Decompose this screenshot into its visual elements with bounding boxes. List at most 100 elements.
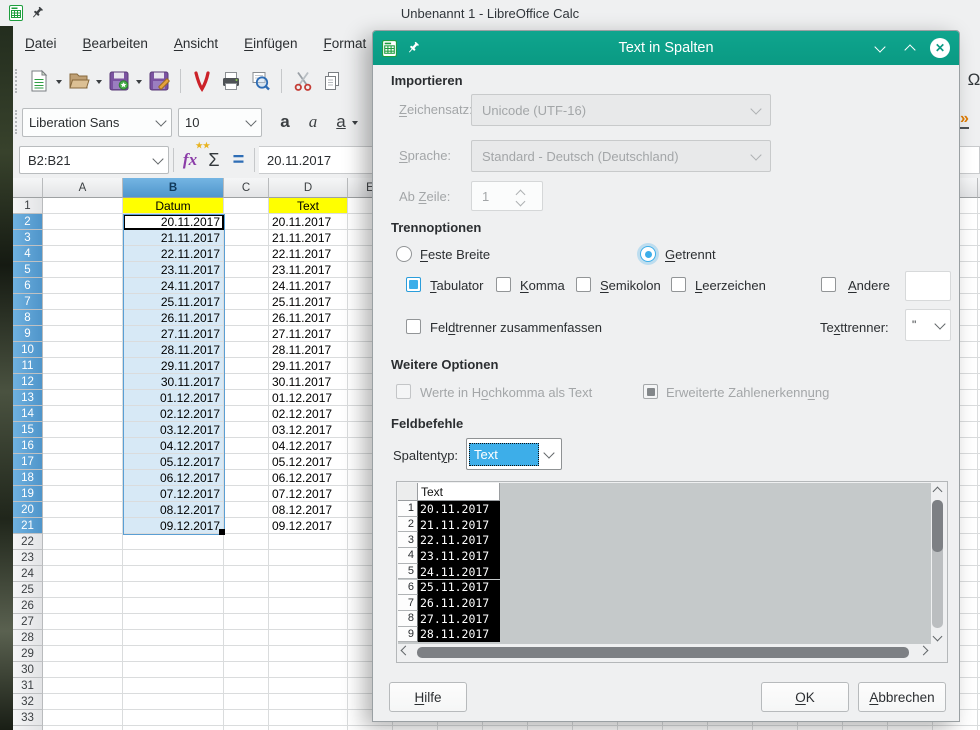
- row-header-15[interactable]: 15: [13, 422, 43, 438]
- cell[interactable]: [663, 726, 708, 730]
- row-header-13[interactable]: 13: [13, 390, 43, 406]
- pin-icon[interactable]: [30, 6, 44, 20]
- cell-D26[interactable]: [269, 598, 348, 614]
- scroll-left-icon[interactable]: [399, 646, 411, 658]
- new-document-dropdown-icon[interactable]: [56, 80, 62, 87]
- cell-D24[interactable]: [269, 566, 348, 582]
- row-header-34[interactable]: [13, 726, 43, 730]
- cell-C9[interactable]: [224, 326, 269, 342]
- row-header-10[interactable]: 10: [13, 342, 43, 358]
- cell[interactable]: [438, 726, 483, 730]
- row-header-24[interactable]: 24: [13, 566, 43, 582]
- cell[interactable]: [708, 726, 753, 730]
- col-header-D[interactable]: D: [269, 178, 348, 198]
- indent-icon[interactable]: »: [960, 110, 969, 128]
- cell-B8[interactable]: 26.11.2017: [123, 310, 224, 326]
- cell[interactable]: [393, 726, 438, 730]
- cell[interactable]: [753, 726, 798, 730]
- cell-C15[interactable]: [224, 422, 269, 438]
- cell[interactable]: [618, 726, 663, 730]
- separated-radio[interactable]: [640, 246, 656, 262]
- preview-cell[interactable]: 23.11.2017: [418, 548, 500, 564]
- cell-C13[interactable]: [224, 390, 269, 406]
- cell-A18[interactable]: [43, 470, 123, 486]
- row-header-29[interactable]: 29: [13, 646, 43, 662]
- cell-C2[interactable]: [224, 214, 269, 230]
- fixed-width-radio[interactable]: [396, 246, 412, 262]
- cell-B7[interactable]: 25.11.2017: [123, 294, 224, 310]
- cell-C3[interactable]: [224, 230, 269, 246]
- cell-D12[interactable]: 30.11.2017: [269, 374, 348, 390]
- cell-D11[interactable]: 29.11.2017: [269, 358, 348, 374]
- cell-B25[interactable]: [123, 582, 224, 598]
- cell-D2[interactable]: 20.11.2017: [269, 214, 348, 230]
- cell-A26[interactable]: [43, 598, 123, 614]
- cell-D17[interactable]: 05.12.2017: [269, 454, 348, 470]
- name-box[interactable]: B2:B21: [19, 146, 169, 174]
- cell-B12[interactable]: 30.11.2017: [123, 374, 224, 390]
- other-label[interactable]: Andere: [848, 278, 890, 293]
- cell-B34[interactable]: [123, 726, 224, 730]
- cell[interactable]: [573, 726, 618, 730]
- cell[interactable]: [933, 726, 978, 730]
- sum-icon[interactable]: Σ: [202, 148, 226, 172]
- cell-B5[interactable]: 23.11.2017: [123, 262, 224, 278]
- save-as-icon[interactable]: [147, 69, 171, 93]
- row-header-18[interactable]: 18: [13, 470, 43, 486]
- cell-A10[interactable]: [43, 342, 123, 358]
- cell-D25[interactable]: [269, 582, 348, 598]
- export-pdf-icon[interactable]: [190, 69, 214, 93]
- row-header-7[interactable]: 7: [13, 294, 43, 310]
- toolbar-drag-handle[interactable]: [15, 110, 17, 134]
- row-header-14[interactable]: 14: [13, 406, 43, 422]
- cell-C4[interactable]: [224, 246, 269, 262]
- cell-D6[interactable]: 24.11.2017: [269, 278, 348, 294]
- print-icon[interactable]: [219, 69, 243, 93]
- merge-delimiters-label[interactable]: Feldtrenner zusammenfassen: [430, 320, 602, 335]
- selection-fill-handle[interactable]: [219, 529, 225, 535]
- row-header-17[interactable]: 17: [13, 454, 43, 470]
- cell-A27[interactable]: [43, 614, 123, 630]
- close-icon[interactable]: ✕: [929, 37, 951, 59]
- preview-column-header[interactable]: Text: [418, 483, 500, 501]
- cell-A20[interactable]: [43, 502, 123, 518]
- cell-B11[interactable]: 29.11.2017: [123, 358, 224, 374]
- cell-B1[interactable]: Datum: [123, 198, 224, 214]
- cell-C17[interactable]: [224, 454, 269, 470]
- equals-icon[interactable]: =: [226, 148, 250, 172]
- cell-B30[interactable]: [123, 662, 224, 678]
- function-wizard-icon[interactable]: fx★★: [178, 148, 202, 172]
- row-header-16[interactable]: 16: [13, 438, 43, 454]
- cell-C11[interactable]: [224, 358, 269, 374]
- cell-A7[interactable]: [43, 294, 123, 310]
- cell-C23[interactable]: [224, 550, 269, 566]
- row-header-8[interactable]: 8: [13, 310, 43, 326]
- cell-A3[interactable]: [43, 230, 123, 246]
- cell-B28[interactable]: [123, 630, 224, 646]
- fixed-width-label[interactable]: Feste Breite: [420, 247, 490, 262]
- cell-A2[interactable]: [43, 214, 123, 230]
- row-header-27[interactable]: 27: [13, 614, 43, 630]
- row-header-20[interactable]: 20: [13, 502, 43, 518]
- row-header-21[interactable]: 21: [13, 518, 43, 534]
- cell-C16[interactable]: [224, 438, 269, 454]
- cell-D15[interactable]: 03.12.2017: [269, 422, 348, 438]
- cell-D14[interactable]: 02.12.2017: [269, 406, 348, 422]
- cell-B29[interactable]: [123, 646, 224, 662]
- cell-D9[interactable]: 27.11.2017: [269, 326, 348, 342]
- preview-table[interactable]: Text 120.11.2017221.11.2017322.11.201742…: [398, 483, 931, 644]
- row-header-22[interactable]: 22: [13, 534, 43, 550]
- cell-D18[interactable]: 06.12.2017: [269, 470, 348, 486]
- cell-C20[interactable]: [224, 502, 269, 518]
- font-name-combo[interactable]: Liberation Sans: [22, 108, 172, 137]
- cell-D22[interactable]: [269, 534, 348, 550]
- cell-C10[interactable]: [224, 342, 269, 358]
- cell-C28[interactable]: [224, 630, 269, 646]
- preview-cell[interactable]: 25.11.2017: [418, 580, 500, 596]
- row-header-23[interactable]: 23: [13, 550, 43, 566]
- cell-D8[interactable]: 26.11.2017: [269, 310, 348, 326]
- cell-C26[interactable]: [224, 598, 269, 614]
- row-header-4[interactable]: 4: [13, 246, 43, 262]
- other-separator-input[interactable]: [905, 271, 951, 301]
- row-header-19[interactable]: 19: [13, 486, 43, 502]
